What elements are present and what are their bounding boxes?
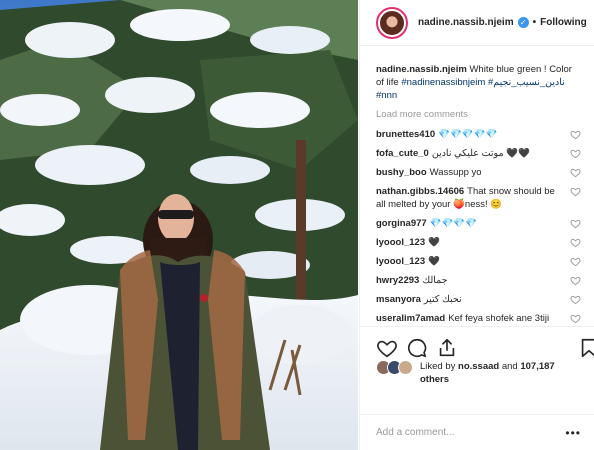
comment-text: 💎💎💎💎💎 bbox=[438, 129, 498, 140]
comment-username[interactable]: bushy_boo bbox=[376, 167, 427, 178]
heart-icon[interactable] bbox=[570, 294, 581, 305]
heart-icon[interactable] bbox=[570, 218, 581, 229]
avatar-face bbox=[380, 10, 404, 35]
comment-text: 💎💎💎💎 bbox=[429, 218, 478, 229]
more-icon[interactable]: ••• bbox=[565, 426, 581, 440]
add-comment-bar: ••• bbox=[360, 414, 594, 450]
liker-avatar bbox=[398, 360, 413, 375]
comment-username[interactable]: nathan.gibbs.14606 bbox=[376, 186, 464, 197]
heart-icon[interactable] bbox=[570, 256, 581, 267]
comment-username[interactable]: gorgina977 bbox=[376, 218, 427, 229]
hashtag[interactable]: #nnn bbox=[376, 90, 397, 101]
following-button[interactable]: Following bbox=[540, 17, 587, 28]
comment-icon[interactable] bbox=[406, 337, 428, 359]
comment-text: 🖤 bbox=[428, 256, 440, 267]
heart-icon[interactable] bbox=[570, 313, 581, 324]
heart-icon[interactable] bbox=[570, 167, 581, 178]
separator-dot: • bbox=[532, 17, 537, 28]
comment-username[interactable]: msanyora bbox=[376, 294, 421, 305]
comment-row: brunettes410 💎💎💎💎💎 bbox=[376, 128, 581, 141]
comment-username[interactable]: lyoool_123 bbox=[376, 256, 425, 267]
comment-row: fofa_cute_0 موتت عليكي نادين 🖤🖤 bbox=[376, 147, 581, 160]
heart-icon[interactable] bbox=[570, 129, 581, 140]
bookmark-icon[interactable] bbox=[578, 337, 594, 359]
caption-username[interactable]: nadine.nassib.njeim bbox=[376, 64, 467, 75]
comment-username[interactable]: useralim7amad bbox=[376, 313, 445, 324]
liked-and: and bbox=[501, 361, 518, 372]
like-heart-icon[interactable] bbox=[376, 337, 398, 359]
comment-username[interactable]: brunettes410 bbox=[376, 129, 435, 140]
caption: nadine.nassib.njeim White blue green ! C… bbox=[376, 63, 581, 102]
heart-icon[interactable] bbox=[570, 148, 581, 159]
comment-row: msanyora نحبك كتير bbox=[376, 293, 581, 306]
comment-row: hwry2293 جمالك bbox=[376, 274, 581, 287]
heart-icon[interactable] bbox=[570, 237, 581, 248]
add-comment-input[interactable] bbox=[376, 427, 556, 438]
verified-icon: ✓ bbox=[517, 17, 529, 28]
comment-row: nathan.gibbs.14606 That snow should be al… bbox=[376, 185, 581, 211]
comments-list[interactable]: nadine.nassib.njeim White blue green ! C… bbox=[360, 47, 594, 325]
liked-by-text: Liked by no.ssaad and 107,187 others bbox=[420, 360, 586, 386]
likes-summary: Liked by no.ssaad and 107,187 others bbox=[376, 360, 586, 390]
comment-row: lyoool_123 🖤 bbox=[376, 236, 581, 249]
comment-username[interactable]: lyoool_123 bbox=[376, 237, 425, 248]
post-side-panel: nadine.nassib.njeim ✓ • Following nadine… bbox=[359, 0, 594, 450]
heart-icon[interactable] bbox=[570, 186, 581, 197]
header-username[interactable]: nadine.nassib.njeim bbox=[418, 17, 514, 28]
comment-text: 🖤 bbox=[428, 237, 440, 248]
comment-text: نحبك كتير bbox=[423, 294, 462, 305]
liked-by-username[interactable]: no.ssaad bbox=[458, 361, 499, 372]
comment-row: lyoool_123 🖤 bbox=[376, 255, 581, 268]
comment-row: useralim7amadKef feya shofek ane 3tiji b… bbox=[376, 312, 581, 325]
comment-row: gorgina977 💎💎💎💎 bbox=[376, 217, 581, 230]
post-photo[interactable] bbox=[0, 0, 358, 450]
post-header: nadine.nassib.njeim ✓ • Following bbox=[360, 0, 594, 46]
liked-by-prefix: Liked by bbox=[420, 361, 456, 372]
comment-username[interactable]: fofa_cute_0 bbox=[376, 148, 429, 159]
comment-row: bushy_boo Wassupp yo bbox=[376, 166, 581, 179]
comment-text: موتت عليكي نادين 🖤🖤 bbox=[431, 148, 530, 159]
hashtag[interactable]: #نادين_نسيب_نجيم bbox=[488, 77, 565, 88]
comment-text: جمالك bbox=[422, 275, 448, 286]
hashtag[interactable]: #nadinenassibnjeim bbox=[401, 77, 485, 88]
heart-icon[interactable] bbox=[570, 275, 581, 286]
avatar[interactable] bbox=[376, 6, 408, 39]
liker-avatars[interactable] bbox=[376, 360, 416, 376]
load-more-comments-button[interactable]: Load more comments bbox=[376, 109, 581, 120]
share-icon[interactable] bbox=[436, 337, 458, 359]
comment-username[interactable]: hwry2293 bbox=[376, 275, 419, 286]
comment-text: Wassupp yo bbox=[429, 167, 482, 178]
snow-forest-photo bbox=[0, 0, 358, 450]
